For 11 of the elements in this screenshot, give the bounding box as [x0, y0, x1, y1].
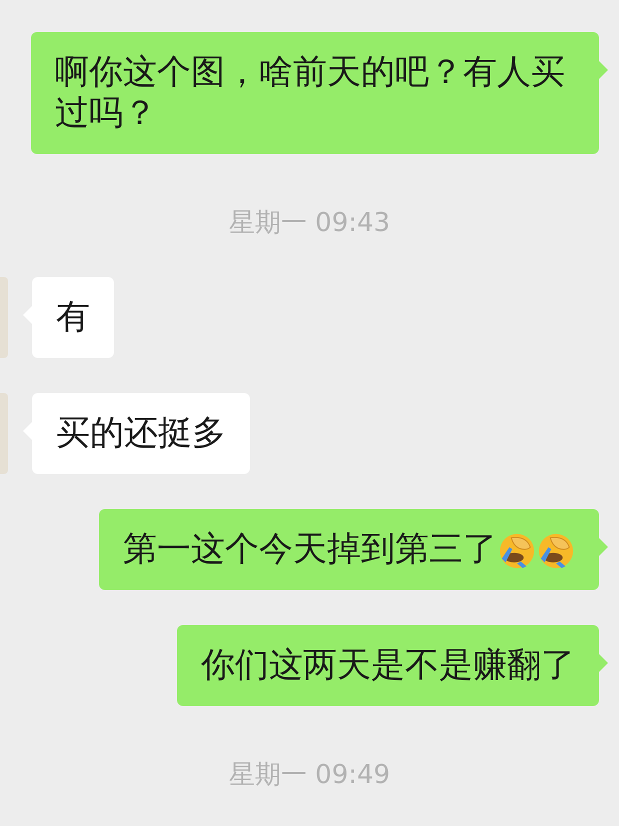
avatar[interactable]: [0, 277, 8, 358]
crying-face-icon: [498, 532, 536, 570]
message-text: 第一这个今天掉到第三了: [123, 529, 575, 569]
message-text: 有: [56, 297, 90, 337]
message-text: 你们这两天是不是赚翻了: [201, 645, 575, 685]
avatar[interactable]: [0, 393, 8, 474]
timestamp: 星期一 09:43: [228, 208, 390, 238]
message-text: 啊你这个图，啥前天的吧？有人买过吗？: [55, 52, 565, 133]
timestamp: 星期一 09:49: [228, 760, 390, 790]
crying-face-icon: [537, 532, 575, 570]
message-text: 买的还挺多: [56, 413, 226, 453]
